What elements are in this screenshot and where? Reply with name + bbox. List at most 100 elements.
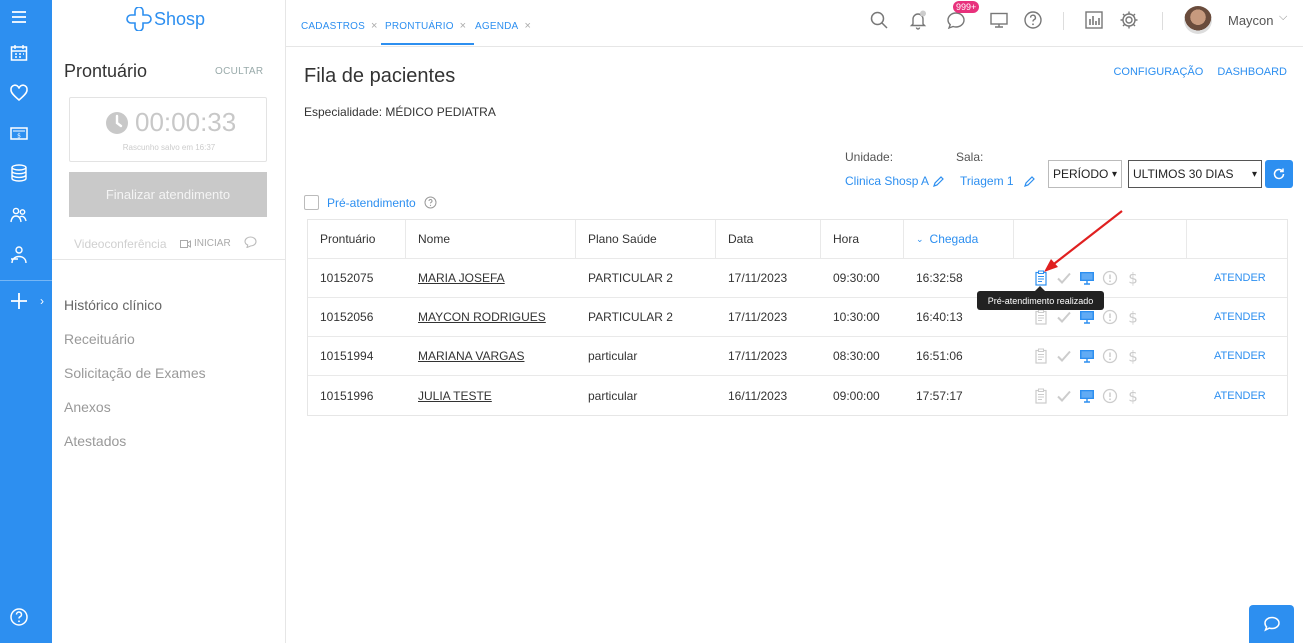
- clipboard-icon[interactable]: [1033, 348, 1049, 364]
- clipboard-icon[interactable]: [1033, 388, 1049, 404]
- alert-icon[interactable]: [1102, 309, 1118, 325]
- close-icon[interactable]: ×: [371, 20, 378, 32]
- date-range-select[interactable]: ULTIMOS 30 DIAS ▾: [1128, 160, 1262, 188]
- cell-nome[interactable]: MARIANA VARGAS: [406, 337, 576, 375]
- col-chegada[interactable]: ⌄ Chegada: [904, 220, 1014, 258]
- pencil-icon: [1023, 175, 1035, 187]
- avatar[interactable]: [1184, 6, 1212, 34]
- chevron-down-icon: ▾: [1251, 168, 1257, 180]
- alert-icon[interactable]: [1102, 348, 1118, 364]
- col-data[interactable]: Data: [716, 220, 821, 258]
- tab-prontuario[interactable]: PRONTUÁRIO ×: [380, 20, 475, 45]
- cell-plano: particular: [588, 388, 638, 403]
- cell-chegada: 16:51:06: [916, 349, 963, 363]
- tab-cadastros[interactable]: CADASTROS ×: [301, 20, 378, 32]
- col-prontuario[interactable]: Prontuário: [308, 220, 406, 258]
- monitor-icon[interactable]: [989, 10, 1009, 30]
- dashboard-link[interactable]: DASHBOARD: [1217, 66, 1287, 78]
- cell-nome[interactable]: MAYCON RODRIGUES: [406, 298, 576, 336]
- check-icon[interactable]: [1056, 309, 1072, 325]
- search-icon[interactable]: [869, 10, 889, 30]
- users-icon[interactable]: [0, 202, 37, 228]
- dollar-icon[interactable]: $: [1125, 348, 1141, 364]
- close-icon[interactable]: ×: [460, 20, 467, 32]
- unit-selector[interactable]: Clinica Shosp A: [845, 174, 944, 188]
- monitor-icon[interactable]: [1079, 309, 1095, 325]
- table-row[interactable]: 10152075 MARIA JOSEFA PARTICULAR 2 17/11/20…: [308, 259, 1287, 298]
- table-row[interactable]: 10151994 MARIANA VARGAS particular 17/11/20…: [308, 337, 1287, 376]
- dollar-icon[interactable]: $: [1125, 388, 1141, 404]
- cell-nome[interactable]: JULIA TESTE: [406, 376, 576, 415]
- monitor-icon[interactable]: [1079, 388, 1095, 404]
- brand-logo-icon: [126, 7, 152, 31]
- toolbar-divider: [1063, 12, 1064, 30]
- heart-icon[interactable]: [0, 80, 37, 106]
- attend-button[interactable]: ATENDER: [1214, 298, 1284, 336]
- menu-item-anexos[interactable]: Anexos: [64, 390, 206, 424]
- cell-prontuario: 10152075: [320, 271, 374, 285]
- brand-logo[interactable]: Shosp: [126, 6, 205, 32]
- video-call-label: Videoconferência: [74, 237, 167, 251]
- messages-icon[interactable]: [946, 10, 966, 30]
- configuration-link[interactable]: CONFIGURAÇÃO: [1113, 66, 1203, 78]
- timer-box: 00:00:33 Rascunho salvo em 16:37: [69, 97, 267, 162]
- attend-button[interactable]: ATENDER: [1214, 376, 1284, 415]
- cell-hora: 08:30:00: [833, 349, 880, 363]
- alert-icon[interactable]: [1102, 388, 1118, 404]
- left-rail: $ ›: [0, 0, 52, 643]
- menu-icon[interactable]: [0, 4, 37, 30]
- table-row[interactable]: 10152056 MAYCON RODRIGUES PARTICULAR 2 17/1…: [308, 298, 1287, 337]
- chat-bubble-icon[interactable]: [244, 236, 257, 251]
- svg-text:$: $: [1128, 348, 1138, 364]
- help-icon[interactable]: [0, 604, 37, 630]
- bell-icon[interactable]: [908, 10, 928, 30]
- toolbar-divider: [1162, 12, 1163, 30]
- pre-appointment-filter[interactable]: Pré-atendimento: [304, 195, 437, 210]
- cell-data: 16/11/2023: [728, 388, 788, 403]
- expand-chevron-icon[interactable]: ›: [40, 294, 44, 308]
- calendar-icon[interactable]: [0, 40, 37, 66]
- gear-icon[interactable]: [1119, 10, 1139, 30]
- col-chegada-label: Chegada: [929, 232, 979, 246]
- cell-hora: 09:00:00: [833, 388, 880, 403]
- monitor-icon[interactable]: [1079, 348, 1095, 364]
- col-nome[interactable]: Nome: [406, 220, 576, 258]
- clipboard-icon[interactable]: [1033, 309, 1049, 325]
- reports-icon[interactable]: [1084, 10, 1104, 30]
- menu-item-exames[interactable]: Solicitação de Exames: [64, 356, 206, 390]
- menu-item-historico[interactable]: Histórico clínico: [64, 288, 206, 322]
- attend-button[interactable]: ATENDER: [1214, 337, 1284, 375]
- close-icon[interactable]: ×: [524, 20, 531, 32]
- col-plano[interactable]: Plano Saúde: [576, 220, 716, 258]
- cell-nome[interactable]: MARIA JOSEFA: [406, 259, 576, 297]
- room-selector[interactable]: Triagem 1: [960, 174, 1035, 188]
- period-select[interactable]: PERÍODO ▾: [1048, 160, 1122, 188]
- video-start-button[interactable]: INICIAR: [180, 238, 231, 249]
- dollar-icon[interactable]: $: [1125, 309, 1141, 325]
- main-content: Fila de pacientes CONFIGURAÇÃO DASHBOARD…: [286, 47, 1303, 643]
- doctor-icon[interactable]: [0, 242, 37, 268]
- question-icon[interactable]: [424, 196, 437, 209]
- tab-agenda[interactable]: AGENDA ×: [475, 20, 531, 32]
- timer-value: 00:00:33: [135, 107, 237, 137]
- menu-item-atestados[interactable]: Atestados: [64, 424, 206, 458]
- attend-button[interactable]: ATENDER: [1214, 259, 1284, 297]
- help-icon[interactable]: [1023, 10, 1043, 30]
- pre-appointment-checkbox[interactable]: [304, 195, 319, 210]
- table-row[interactable]: 10151996 JULIA TESTE particular 16/11/2023 0…: [308, 376, 1287, 415]
- check-icon[interactable]: [1056, 388, 1072, 404]
- refresh-button[interactable]: [1265, 160, 1293, 188]
- record-menu: Histórico clínico Receituário Solicitaçã…: [64, 288, 206, 458]
- check-icon[interactable]: [1056, 348, 1072, 364]
- user-name[interactable]: Maycon: [1228, 13, 1274, 28]
- plus-icon[interactable]: [0, 288, 37, 314]
- hide-panel-button[interactable]: OCULTAR: [215, 66, 263, 77]
- money-icon[interactable]: $: [0, 120, 37, 146]
- database-icon[interactable]: [0, 160, 37, 186]
- cell-hora: 10:30:00: [833, 310, 880, 324]
- chat-widget-button[interactable]: [1249, 605, 1294, 643]
- col-hora[interactable]: Hora: [821, 220, 904, 258]
- finish-appointment-button[interactable]: Finalizar atendimento: [69, 172, 267, 217]
- chevron-down-icon[interactable]: ⌵: [1279, 11, 1287, 24]
- menu-item-receituario[interactable]: Receituário: [64, 322, 206, 356]
